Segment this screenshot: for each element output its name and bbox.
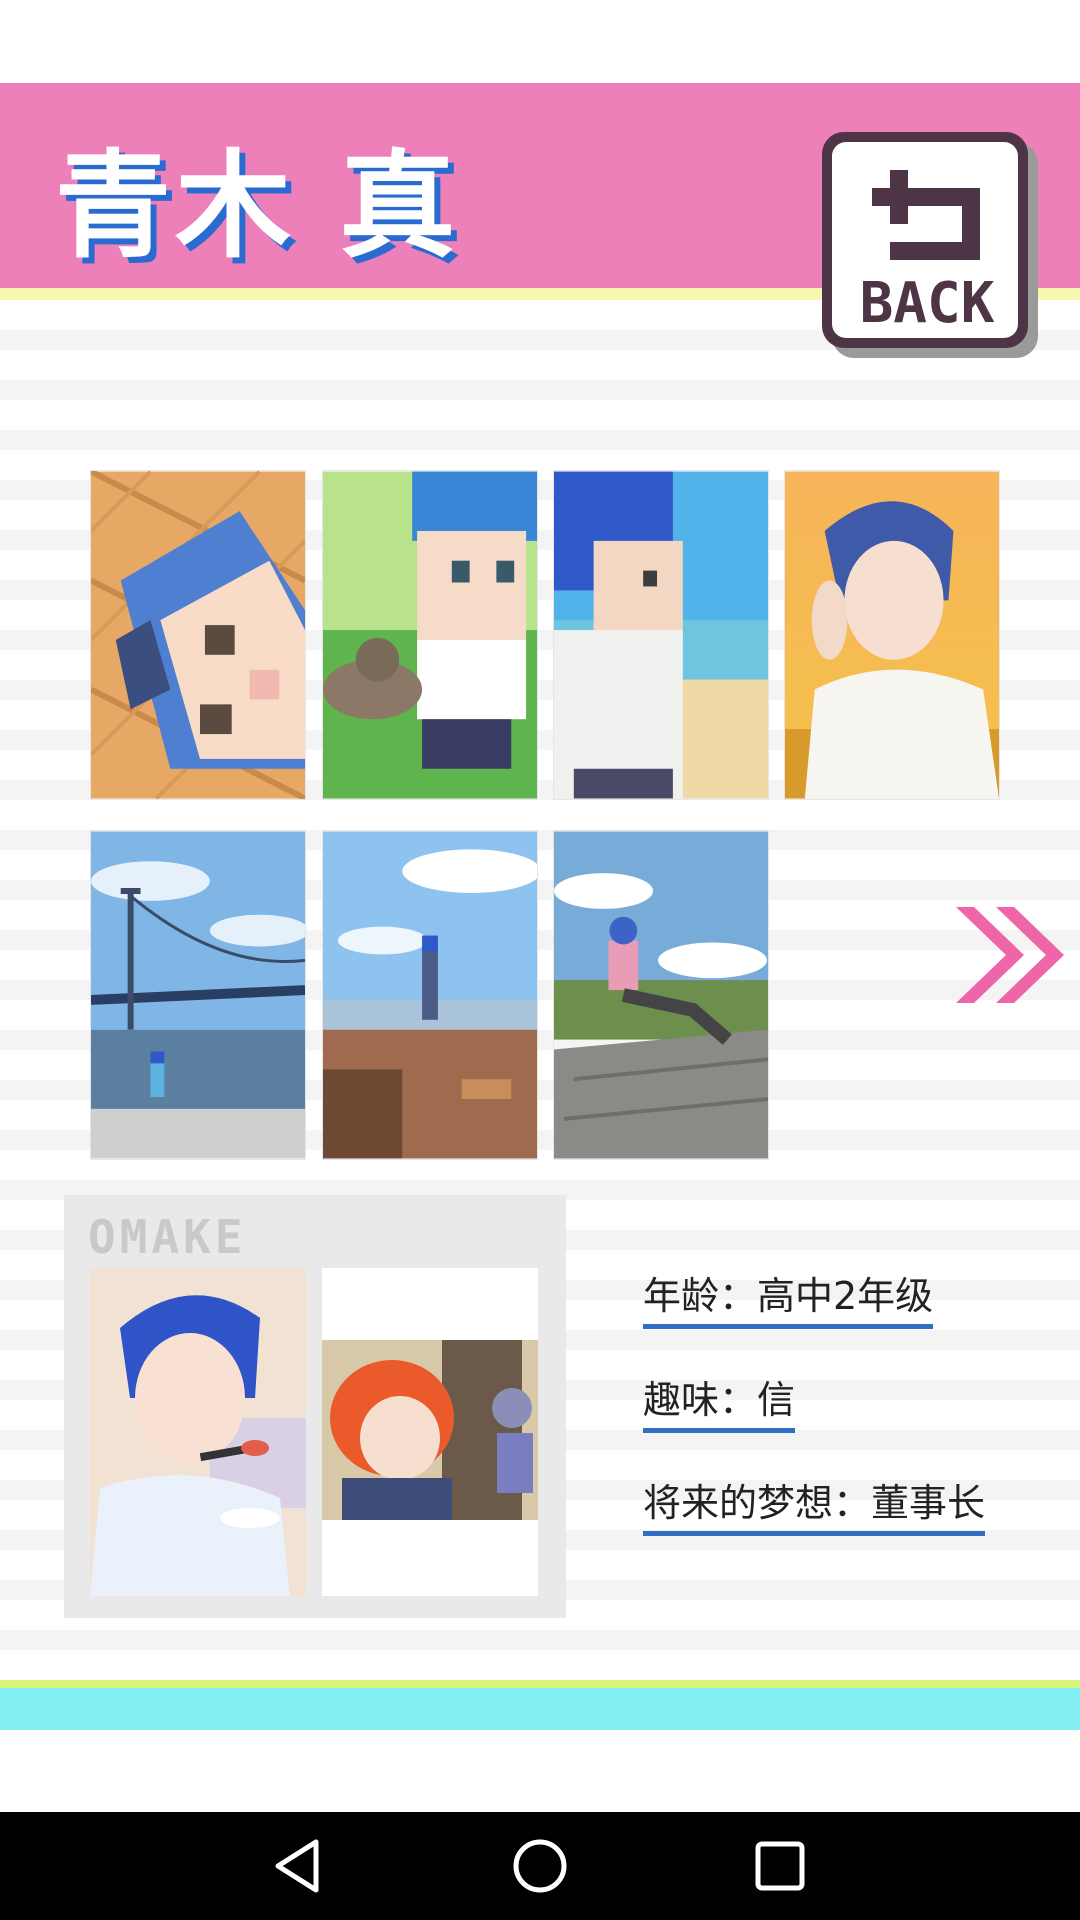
square-recents-icon: [755, 1841, 805, 1891]
back-button[interactable]: BACK: [820, 130, 1038, 358]
profile-age: 年龄：高中2年级: [643, 1265, 934, 1329]
gallery-thumb-2[interactable]: [322, 470, 538, 800]
omake-thumb-1[interactable]: [90, 1268, 306, 1596]
gallery-thumb-4[interactable]: [784, 470, 1000, 800]
nav-home-button[interactable]: [504, 1830, 576, 1902]
return-arrow-icon: BACK: [822, 132, 1038, 358]
circle-home-icon: [513, 1839, 567, 1893]
next-page-button[interactable]: [952, 903, 1070, 1007]
gallery-thumb-3[interactable]: [553, 470, 769, 800]
footer-accent-line: [0, 1680, 1080, 1688]
character-name-title: 青木 真: [55, 139, 460, 274]
gallery-thumb-7[interactable]: [553, 830, 769, 1160]
back-button-label: BACK: [860, 271, 995, 336]
gallery-thumb-6[interactable]: [322, 830, 538, 1160]
double-chevron-right-icon: [956, 907, 1064, 1003]
footer-bar: [0, 1688, 1080, 1730]
omake-thumb-2[interactable]: [322, 1268, 538, 1596]
system-navigation-bar: [0, 1812, 1080, 1920]
profile-hobby: 趣味：信: [643, 1369, 796, 1433]
gallery-thumb-1[interactable]: [90, 470, 306, 800]
nav-back-button[interactable]: [264, 1830, 336, 1902]
triangle-back-icon: [275, 1839, 319, 1893]
omake-label: OMAKE: [88, 1210, 247, 1264]
profile-dream: 将来的梦想：董事长: [643, 1472, 986, 1536]
nav-recents-button[interactable]: [744, 1830, 816, 1902]
gallery-thumb-5[interactable]: [90, 830, 306, 1160]
